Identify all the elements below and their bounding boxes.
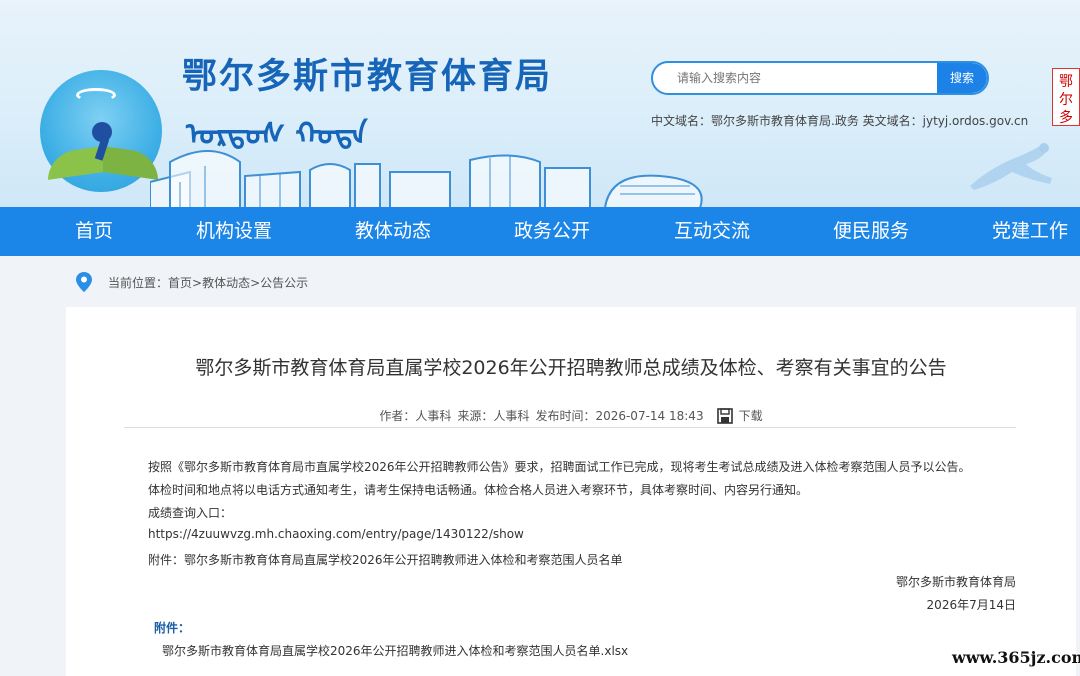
breadcrumb-label: 当前位置： <box>108 275 169 290</box>
nav-item-interaction[interactable]: 互动交流 <box>674 207 750 256</box>
nav-item-services[interactable]: 便民服务 <box>833 207 909 256</box>
breadcrumb-path[interactable]: 首页>教体动态>公告公示 <box>168 276 308 290</box>
download-link[interactable]: 下载 <box>739 407 763 424</box>
location-pin-icon <box>76 272 92 292</box>
search-box: 搜索 <box>651 61 989 95</box>
watermark: www.365jz.com <box>952 648 1080 667</box>
city-skyline-illustration <box>150 150 703 207</box>
domain-info: 中文域名：鄂尔多斯市教育体育局.政务 英文域名：jytyj.ordos.gov.… <box>651 114 1029 128</box>
search-button[interactable]: 搜索 <box>937 63 987 93</box>
nav-item-party[interactable]: 党建工作 <box>992 207 1068 256</box>
nav-item-home[interactable]: 首页 <box>75 207 113 256</box>
search-input[interactable] <box>653 63 937 93</box>
main-nav: 首页 机构设置 教体动态 政务公开 互动交流 便民服务 党建工作 <box>0 207 1080 256</box>
article-title: 鄂尔多斯市教育体育局直属学校2026年公开招聘教师总成绩及体检、考察有关事宜的公… <box>195 357 947 379</box>
signature: 鄂尔多斯市教育体育局 <box>895 575 1016 589</box>
site-header: 鄂尔多斯市教育体育局 ᠣᠷᠳᠣᠰ ᠬᠣᠲᠠ 搜索 中文域名：鄂尔多斯市教育体育局… <box>0 0 1080 207</box>
paragraph-attachment-note: 附件：鄂尔多斯市教育体育局直属学校2026年公开招聘教师进入体检和考察范围人员名… <box>148 553 623 567</box>
paragraph-2: 体检时间和地点将以电话方式通知考生，请考生保持电话畅通。体检合格人员进入考察环节… <box>148 483 809 497</box>
breadcrumb: 当前位置：首页>教体动态>公告公示 <box>76 272 308 292</box>
article-author: 作者：人事科 <box>379 409 452 423</box>
article-source: 来源：人事科 <box>457 409 530 423</box>
nav-item-organization[interactable]: 机构设置 <box>196 207 272 256</box>
gov-seal-icon[interactable]: 鄂 尔 多 <box>1052 68 1080 126</box>
signature-date: 2026年7月14日 <box>926 598 1016 612</box>
score-query-link[interactable]: https://4zuuwvzg.mh.chaoxing.com/entry/p… <box>148 527 524 541</box>
article-meta: 作者：人事科 来源：人事科 发布时间：2026-07-14 18:43 下载 <box>66 407 1076 424</box>
attachment-file-link[interactable]: 鄂尔多斯市教育体育局直属学校2026年公开招聘教师进入体检和考察范围人员名单.x… <box>162 642 628 659</box>
article-card: 鄂尔多斯市教育体育局直属学校2026年公开招聘教师总成绩及体检、考察有关事宜的公… <box>66 307 1076 676</box>
attachment-label: 附件： <box>154 621 191 635</box>
skater-illustration <box>970 143 1052 190</box>
paragraph-1: 按照《鄂尔多斯市教育体育局市直属学校2026年公开招聘教师公告》要求，招聘面试工… <box>148 460 971 474</box>
site-title: 鄂尔多斯市教育体育局 <box>182 56 553 97</box>
nav-item-gov-affairs[interactable]: 政务公开 <box>514 207 590 256</box>
download-icon[interactable] <box>716 407 733 424</box>
nav-item-news[interactable]: 教体动态 <box>355 207 431 256</box>
divider <box>124 427 1016 428</box>
article-published: 发布时间：2026-07-14 18:43 <box>535 409 704 423</box>
paragraph-3: 成绩查询入口： <box>148 506 233 520</box>
